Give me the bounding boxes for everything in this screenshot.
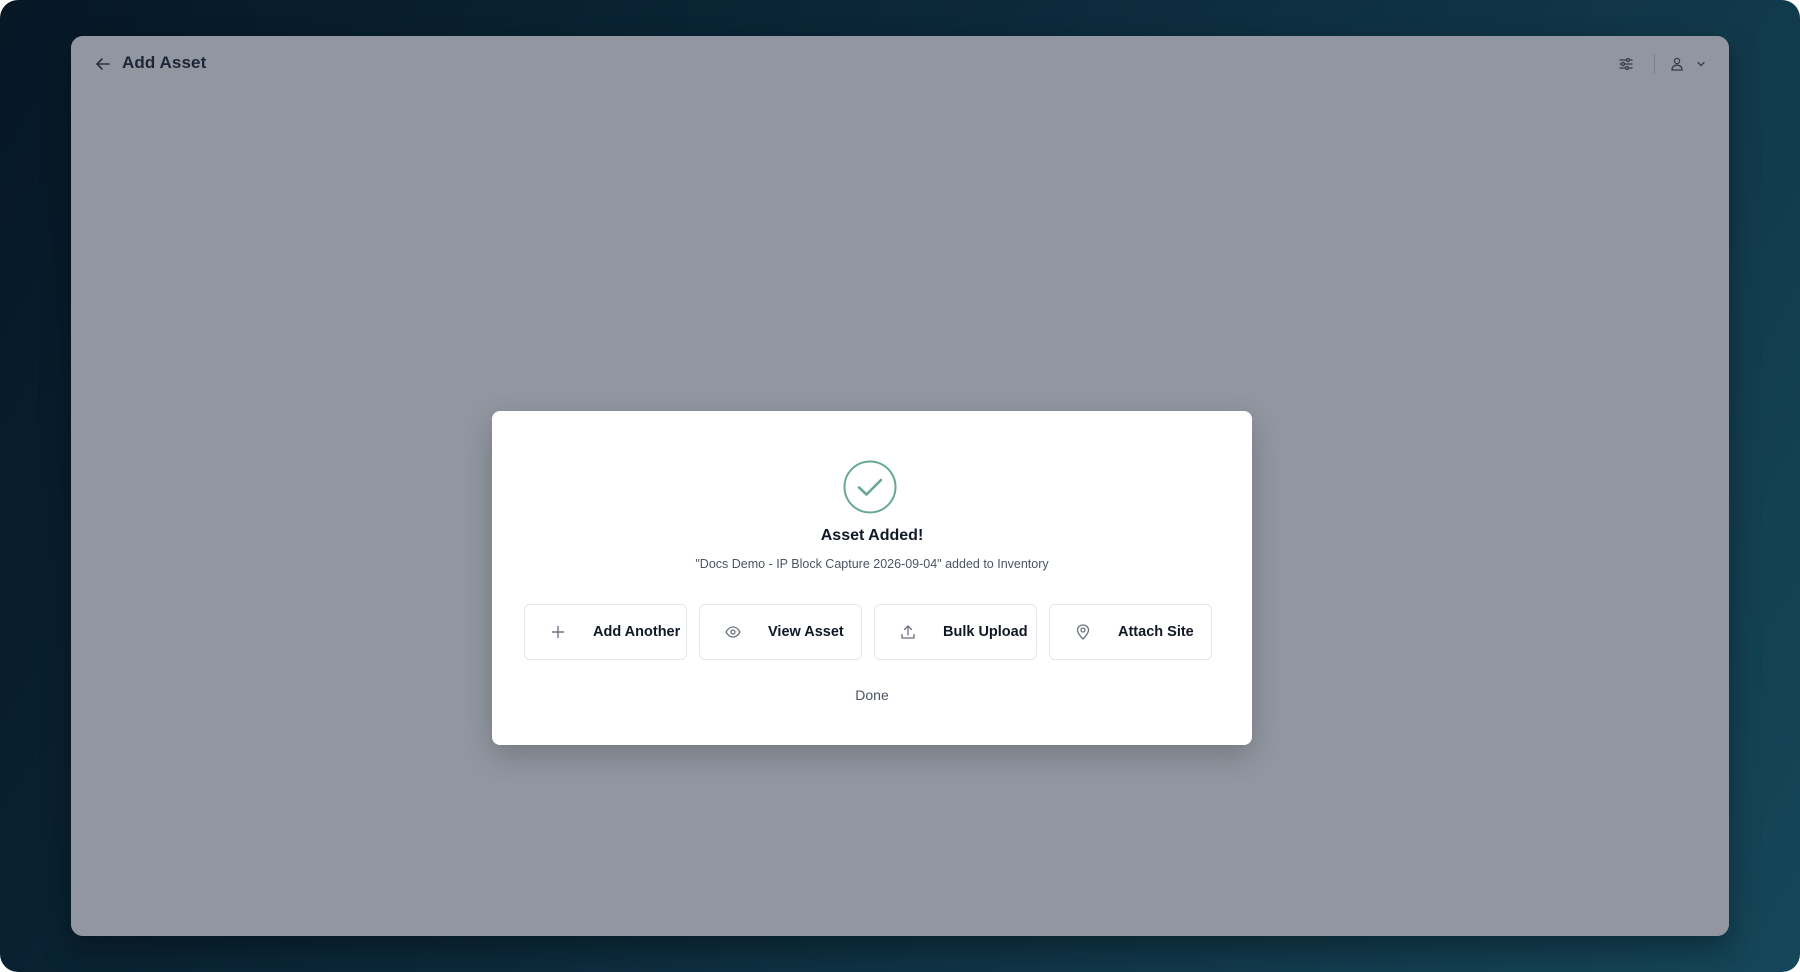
done-label: Done bbox=[855, 687, 889, 703]
desktop-background: Add Asset Asset Added! "Docs Demo - IP B… bbox=[0, 0, 1800, 972]
bulk-upload-label: Bulk Upload bbox=[943, 624, 1028, 640]
attach-site-label: Attach Site bbox=[1118, 624, 1194, 640]
add-another-label: Add Another bbox=[593, 624, 681, 640]
view-asset-button[interactable]: View Asset bbox=[699, 604, 862, 660]
add-another-button[interactable]: Add Another bbox=[524, 604, 687, 660]
upload-icon bbox=[899, 623, 917, 641]
bulk-upload-button[interactable]: Bulk Upload bbox=[874, 604, 1037, 660]
view-asset-label: View Asset bbox=[768, 624, 844, 640]
eye-icon bbox=[724, 623, 742, 641]
attach-site-button[interactable]: Attach Site bbox=[1049, 604, 1212, 660]
asset-added-dialog: Asset Added! "Docs Demo - IP Block Captu… bbox=[492, 411, 1252, 745]
app-window: Add Asset Asset Added! "Docs Demo - IP B… bbox=[71, 36, 1729, 936]
dialog-actions: Add Another View Asset Bulk Upload Attac… bbox=[524, 604, 1212, 660]
check-circle-icon bbox=[843, 460, 897, 514]
map-pin-icon bbox=[1074, 623, 1092, 641]
done-button[interactable]: Done bbox=[492, 687, 1252, 703]
dialog-subtitle: "Docs Demo - IP Block Capture 2026-09-04… bbox=[695, 557, 1049, 571]
plus-icon bbox=[549, 623, 567, 641]
dialog-title: Asset Added! bbox=[820, 527, 924, 544]
